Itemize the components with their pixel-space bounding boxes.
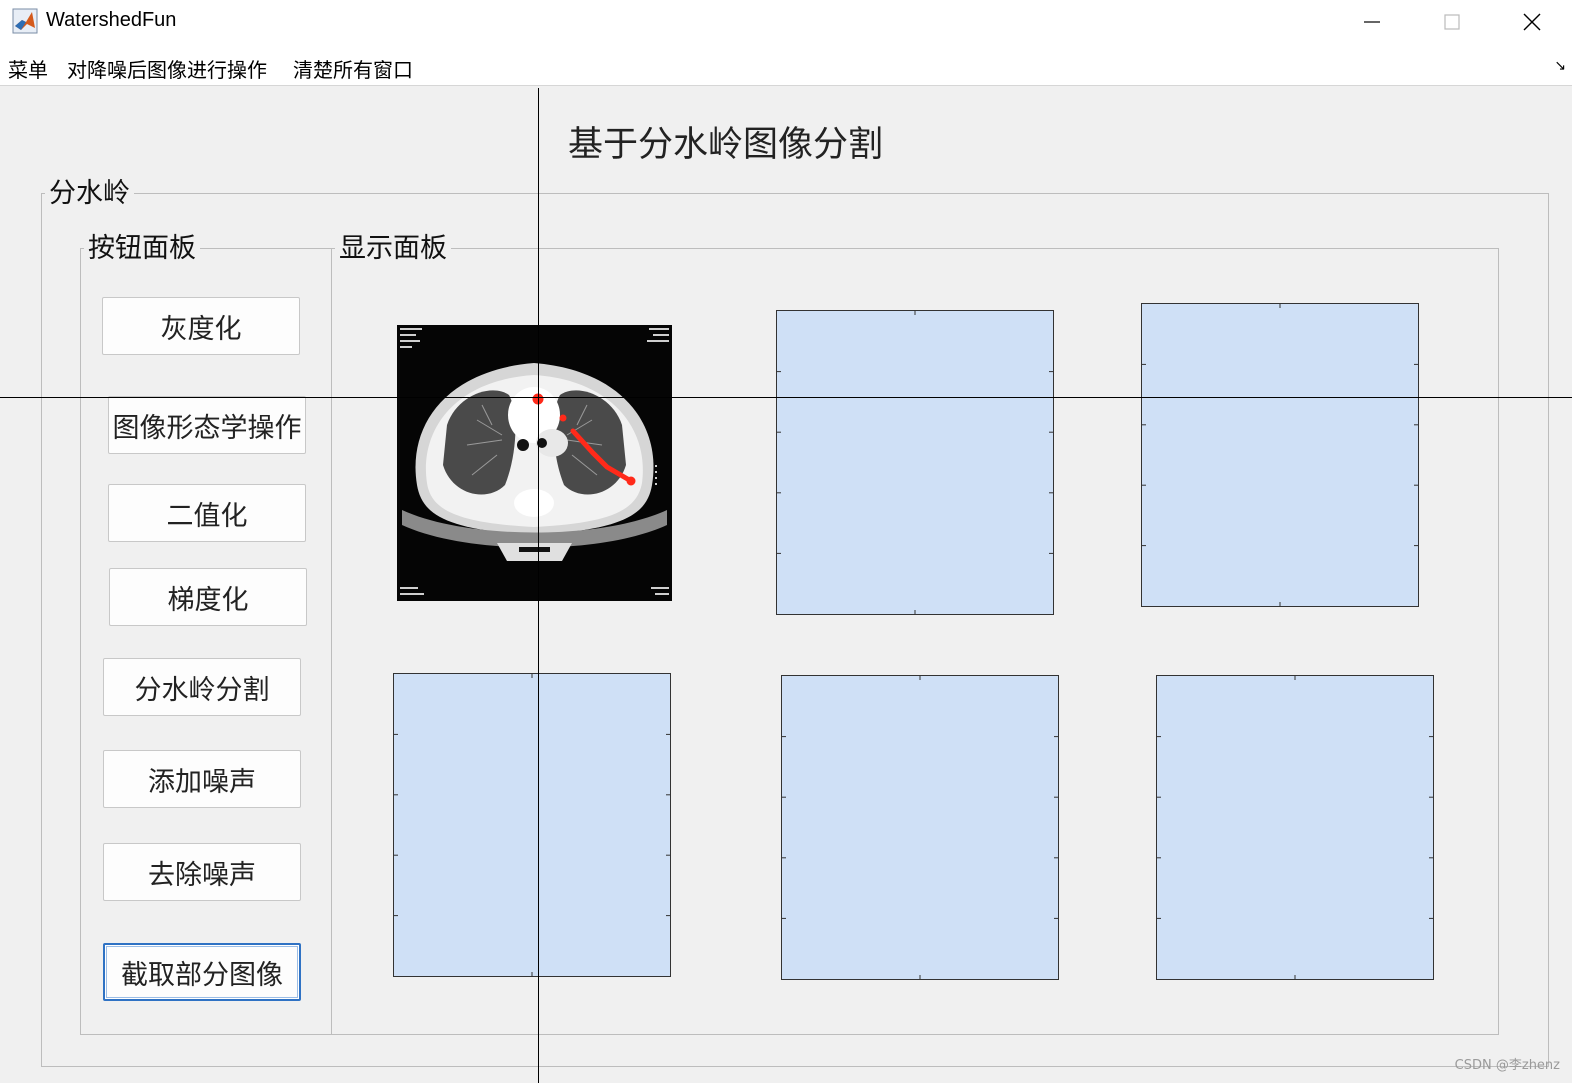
watershed-segment-button[interactable]: 分水岭分割 (103, 658, 301, 716)
grayscale-button[interactable]: 灰度化 (102, 297, 300, 355)
remove-noise-button[interactable]: 去除噪声 (103, 843, 301, 901)
watershed-panel-label: 分水岭 (45, 178, 134, 210)
menu-item-menu[interactable]: 菜单 (8, 54, 48, 83)
crosshair-vertical (538, 88, 539, 1083)
minimize-button[interactable] (1332, 0, 1412, 44)
menu-item-clear-windows[interactable]: 清楚所有窗口 (293, 54, 413, 83)
crosshair-horizontal (0, 397, 1572, 398)
crop-image-button[interactable]: 截取部分图像 (103, 943, 301, 1001)
button-panel-label: 按钮面板 (84, 233, 200, 265)
button-panel (80, 248, 332, 1035)
axes-6[interactable] (1156, 675, 1434, 980)
maximize-button[interactable] (1412, 0, 1492, 44)
display-panel-label: 显示面板 (335, 233, 451, 265)
gradient-button[interactable]: 梯度化 (109, 568, 307, 626)
add-noise-button[interactable]: 添加噪声 (103, 750, 301, 808)
dock-arrow-icon[interactable]: ↘ (1554, 58, 1566, 74)
axes-3[interactable] (1141, 303, 1419, 607)
minimize-icon (1364, 21, 1380, 23)
axes-5[interactable] (781, 675, 1059, 980)
close-button[interactable] (1492, 0, 1572, 44)
axes-4[interactable] (393, 673, 671, 977)
watermark: CSDN @李zhenz (1454, 1058, 1560, 1073)
maximize-icon (1444, 14, 1460, 30)
title-bar: WatershedFun (0, 0, 1572, 44)
morphology-button[interactable]: 图像形态学操作 (108, 396, 306, 454)
menu-item-denoised-ops[interactable]: 对降噪后图像进行操作 (67, 54, 267, 83)
window-title: WatershedFun (46, 9, 177, 31)
close-icon (1523, 13, 1541, 31)
binarize-button[interactable]: 二值化 (108, 484, 306, 542)
axes-2[interactable] (776, 310, 1054, 615)
figure-title: 基于分水岭图像分割 (568, 125, 884, 165)
ct-scan-image[interactable] (397, 325, 672, 601)
menu-bar: 菜单 对降噪后图像进行操作 清楚所有窗口 ↘ (0, 44, 1572, 86)
matlab-app-icon (12, 8, 38, 34)
